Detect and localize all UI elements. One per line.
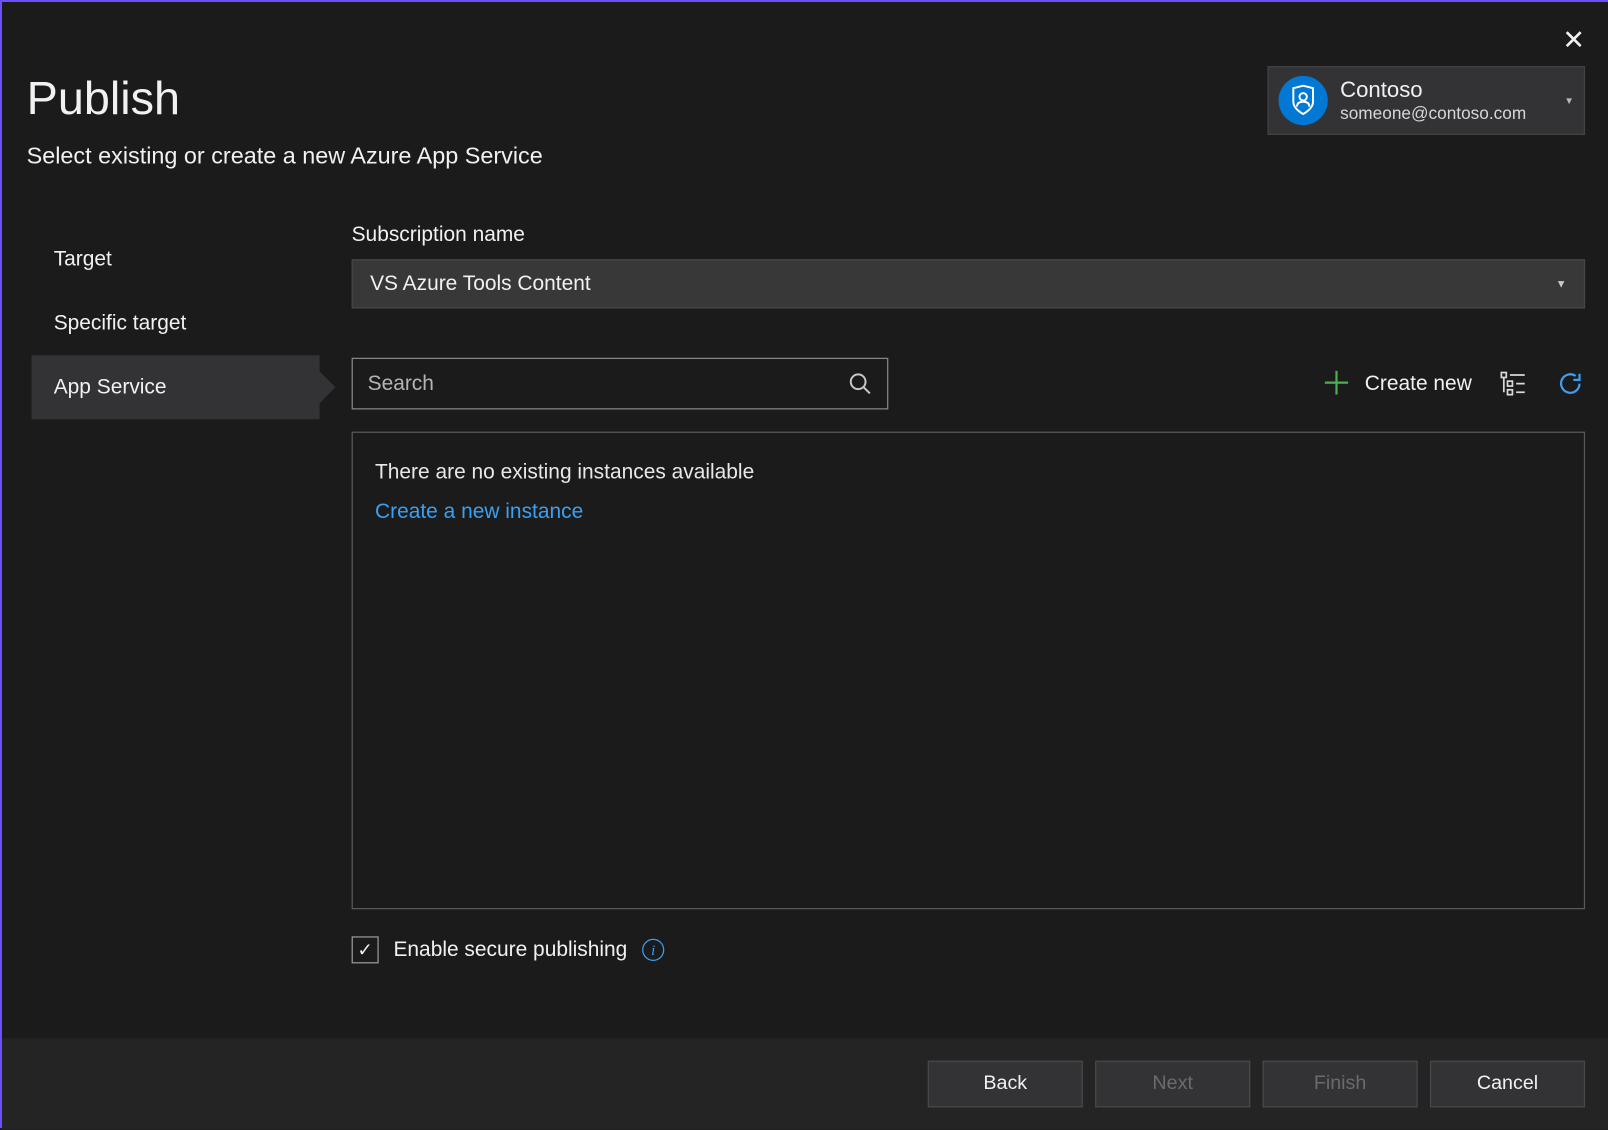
sidebar-item-label: Specific target bbox=[54, 311, 187, 334]
sidebar-item-target[interactable]: Target bbox=[32, 227, 320, 291]
wizard-sidebar: Target Specific target App Service bbox=[32, 222, 320, 963]
sidebar-item-label: App Service bbox=[54, 375, 167, 398]
secure-publishing-label: Enable secure publishing bbox=[393, 938, 627, 963]
finish-button: Finish bbox=[1263, 1061, 1418, 1108]
subscription-label: Subscription name bbox=[352, 222, 1585, 247]
search-icon[interactable] bbox=[848, 371, 873, 396]
secure-publishing-checkbox[interactable]: ✓ bbox=[352, 936, 379, 963]
sidebar-item-label: Target bbox=[54, 247, 112, 270]
create-new-label: Create new bbox=[1365, 371, 1472, 396]
search-input[interactable] bbox=[368, 371, 848, 396]
close-icon[interactable]: ✕ bbox=[1562, 27, 1585, 54]
chevron-down-icon: ▼ bbox=[1556, 278, 1567, 290]
main-content: Subscription name VS Azure Tools Content… bbox=[352, 222, 1585, 963]
back-button[interactable]: Back bbox=[928, 1061, 1083, 1108]
next-button: Next bbox=[1095, 1061, 1250, 1108]
chevron-down-icon[interactable]: ▼ bbox=[1564, 95, 1574, 106]
create-new-button[interactable]: ＋ Create new bbox=[1320, 368, 1471, 400]
account-selector[interactable]: Contoso someone@contoso.com ▼ bbox=[1267, 66, 1585, 135]
create-instance-link[interactable]: Create a new instance bbox=[375, 499, 583, 522]
empty-state-message: There are no existing instances availabl… bbox=[375, 460, 1562, 485]
account-avatar-icon bbox=[1279, 76, 1328, 125]
refresh-icon[interactable] bbox=[1556, 369, 1586, 399]
info-icon[interactable]: i bbox=[642, 939, 664, 961]
page-subtitle: Select existing or create a new Azure Ap… bbox=[27, 144, 1585, 171]
subscription-value: VS Azure Tools Content bbox=[370, 272, 591, 297]
publish-dialog: ✕ Contoso someone@contoso.com ▼ Publish … bbox=[2, 2, 1608, 1130]
account-email: someone@contoso.com bbox=[1340, 103, 1549, 124]
instances-panel: There are no existing instances availabl… bbox=[352, 432, 1585, 910]
account-name: Contoso bbox=[1340, 77, 1549, 104]
cancel-button[interactable]: Cancel bbox=[1430, 1061, 1585, 1108]
sidebar-item-specific-target[interactable]: Specific target bbox=[32, 291, 320, 355]
subscription-dropdown[interactable]: VS Azure Tools Content ▼ bbox=[352, 259, 1585, 308]
tree-view-icon[interactable] bbox=[1499, 369, 1529, 399]
dialog-footer: Back Next Finish Cancel bbox=[2, 1039, 1608, 1130]
account-text: Contoso someone@contoso.com bbox=[1340, 77, 1549, 124]
sidebar-item-app-service[interactable]: App Service bbox=[32, 355, 320, 419]
plus-icon: ＋ bbox=[1320, 368, 1352, 400]
search-box[interactable] bbox=[352, 358, 889, 410]
